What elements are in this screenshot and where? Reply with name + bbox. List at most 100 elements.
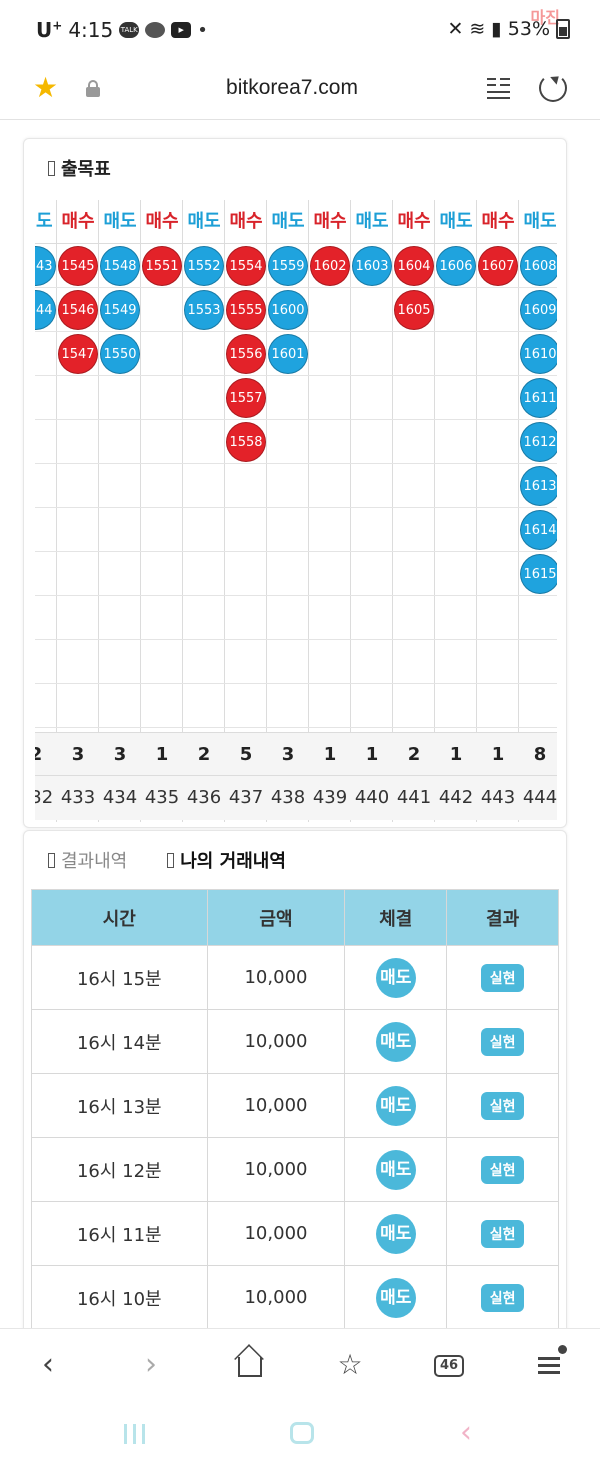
road-cell	[351, 684, 393, 728]
sell-ball: 1610	[520, 334, 557, 374]
back-icon[interactable]: ‹	[28, 1345, 68, 1385]
road-cell: 1611	[519, 376, 557, 420]
road-cell	[309, 508, 351, 552]
column-round-number: 432	[35, 776, 57, 820]
road-cell: 1554	[225, 244, 267, 288]
result-badge: 실현	[480, 1155, 525, 1184]
bookmarks-icon[interactable]: ☆	[330, 1345, 370, 1385]
road-cell: 1607	[477, 244, 519, 288]
row-time: 16시 13분	[31, 1073, 208, 1138]
buy-ball: 1604	[394, 246, 434, 286]
road-cell	[99, 596, 141, 640]
road-cell	[309, 596, 351, 640]
row-side-cell: 매도	[344, 1137, 448, 1202]
column-count: 2	[183, 732, 225, 776]
road-cell: 1545	[57, 244, 99, 288]
reload-icon[interactable]	[539, 74, 567, 102]
row-side-cell: 매도	[344, 1073, 448, 1138]
column-side-label: 매수	[141, 200, 183, 244]
column-round-number: 434	[99, 776, 141, 820]
row-side-cell: 매도	[344, 1201, 448, 1266]
row-amount: 10,000	[206, 1137, 346, 1202]
column-count: 1	[141, 732, 183, 776]
row-amount: 10,000	[206, 1009, 346, 1074]
road-cell	[35, 420, 57, 464]
road-cell: 1558	[225, 420, 267, 464]
missing-glyph-icon	[48, 852, 55, 868]
tabs-button[interactable]: 46	[430, 1345, 470, 1385]
sell-ball: 1550	[100, 334, 140, 374]
road-cell	[141, 420, 183, 464]
road-cell: 1547	[57, 332, 99, 376]
road-cell	[393, 376, 435, 420]
road-cell	[393, 464, 435, 508]
tab-my-trades-label: 나의 거래내역	[180, 851, 286, 872]
road-cell	[435, 684, 477, 728]
road-cell	[225, 552, 267, 596]
road-cell	[141, 464, 183, 508]
road-cell	[393, 640, 435, 684]
tab-my-trades[interactable]: 나의 거래내역	[167, 847, 286, 873]
road-cell	[141, 596, 183, 640]
road-cell: 1548	[99, 244, 141, 288]
road-cell	[351, 640, 393, 684]
road-cell: 1557	[225, 376, 267, 420]
result-card: 결과내역 나의 거래내역 시간 금액 체결 결과 16시 15분 10,000 매도…	[23, 830, 567, 1350]
road-cell	[351, 288, 393, 332]
road-cell	[393, 508, 435, 552]
road-column: 매도 1603 1 440	[351, 200, 393, 822]
road-cell	[141, 552, 183, 596]
table-row: 16시 12분 10,000 매도 실현	[31, 1137, 559, 1202]
row-time: 16시 10분	[31, 1265, 208, 1330]
road-cell: 1610	[519, 332, 557, 376]
buy-ball: 1546	[58, 290, 98, 330]
menu-button[interactable]	[529, 1345, 569, 1385]
row-time: 16시 14분	[31, 1009, 208, 1074]
row-side-cell: 매도	[344, 1265, 448, 1330]
row-amount: 10,000	[206, 945, 346, 1010]
forward-icon[interactable]: ›	[131, 1345, 171, 1385]
road-cell	[309, 640, 351, 684]
column-round-number: 442	[435, 776, 477, 820]
side-badge: 매도	[375, 1213, 416, 1254]
road-cell	[183, 508, 225, 552]
home-button[interactable]	[230, 1345, 270, 1385]
header-time: 시간	[31, 889, 208, 946]
sell-ball: 1559	[268, 246, 308, 286]
column-round-number: 436	[183, 776, 225, 820]
table-row: 16시 13분 10,000 매도 실현	[31, 1073, 559, 1138]
column-side-label: 매도	[35, 200, 57, 244]
carrier-label: U+	[36, 18, 63, 42]
sell-ball: 1615	[520, 554, 557, 594]
sell-ball: 1552	[184, 246, 224, 286]
system-back-icon[interactable]: ‹	[460, 1418, 472, 1448]
road-cell	[477, 552, 519, 596]
road-cell	[183, 684, 225, 728]
status-bar: U+ 4:15 TALK ▶ • 마진 ✕ ≋ ▮ 53%	[0, 0, 600, 62]
system-home-icon[interactable]	[290, 1422, 314, 1444]
column-side-label: 매도	[435, 200, 477, 244]
column-side-label: 매수	[309, 200, 351, 244]
column-count: 2	[35, 732, 57, 776]
column-count: 1	[309, 732, 351, 776]
recent-apps-icon[interactable]	[124, 1424, 146, 1444]
sell-ball: 1613	[520, 466, 557, 506]
road-cell	[351, 508, 393, 552]
road-cell	[393, 420, 435, 464]
tab-results[interactable]: 결과내역	[48, 847, 127, 873]
road-cell	[183, 552, 225, 596]
road-cell	[477, 464, 519, 508]
road-cell: 1546	[57, 288, 99, 332]
column-side-label: 매도	[267, 200, 309, 244]
row-time: 16시 12분	[31, 1137, 208, 1202]
road-cell	[183, 464, 225, 508]
notification-dot	[558, 1345, 567, 1354]
road-cell	[35, 640, 57, 684]
reader-mode-icon[interactable]	[487, 76, 511, 100]
missing-glyph-icon	[167, 852, 175, 868]
road-cell: 1615	[519, 552, 557, 596]
column-count: 1	[351, 732, 393, 776]
road-cell	[57, 376, 99, 420]
road-cell	[141, 508, 183, 552]
road-cell	[141, 288, 183, 332]
